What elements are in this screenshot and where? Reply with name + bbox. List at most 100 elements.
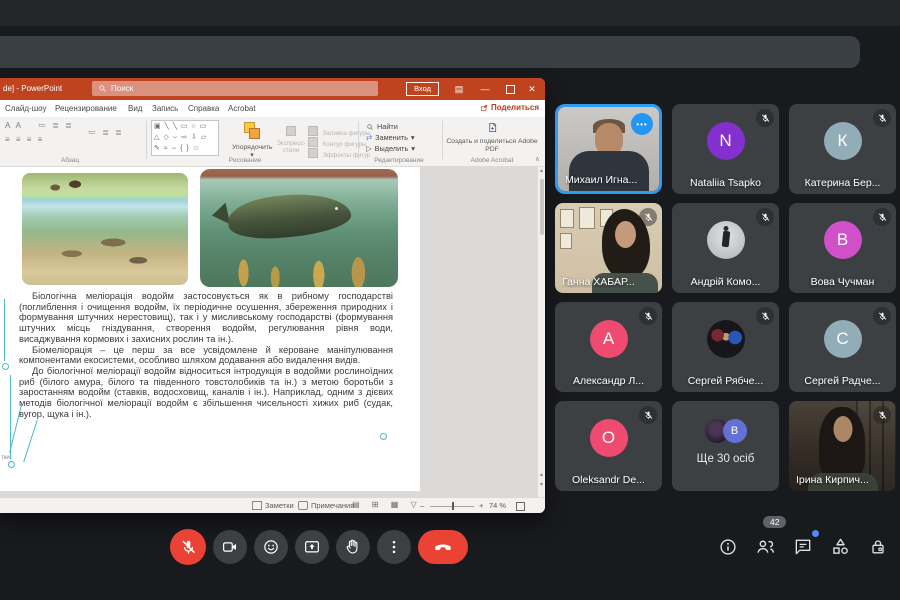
present-screen-button[interactable] [295,530,329,564]
find-button[interactable]: Найти [366,122,398,131]
tab-record[interactable]: Запись [152,104,178,113]
tab-slideshow[interactable]: Слайд-шоу [5,104,46,113]
fish-tail [210,203,230,228]
comments-button[interactable]: Примечания [298,501,354,510]
slide-decoration-circle [2,363,9,370]
slide-paragraph-1: Біологічна меліорація водойм застосовуєт… [19,291,393,345]
comments-icon [298,501,308,510]
participant-tile[interactable]: А Александр Л... [555,302,662,392]
search-placeholder: Поиск [111,84,133,93]
pond-ecosystem-illustration[interactable] [22,173,188,285]
zoom-in-button[interactable]: + [479,501,483,510]
people-icon[interactable] [755,536,776,557]
slide-left-note: тки [1,455,10,461]
arrange-button[interactable]: Упорядочить ▾ [232,122,272,159]
minimize-icon[interactable]: — [474,78,496,100]
align-tools-icons[interactable]: ≡ ≡ ≡ ≡ [5,135,44,144]
participant-tile[interactable]: ••• Михаил Игна... [555,104,662,194]
reactions-button[interactable] [254,530,288,564]
fish-body [226,190,352,243]
slide-canvas[interactable]: Біологічна меліорація водойм застосовуєт… [0,167,420,491]
group-label-acrobat: Adobe Acrobat [446,157,538,164]
next-slide-icon[interactable]: ▾ [538,481,545,489]
close-icon[interactable]: ✕ [521,78,543,100]
person-head [615,221,636,248]
mini-avatar: В [723,419,747,443]
mic-muted-icon [873,109,891,127]
more-options-button[interactable] [377,530,411,564]
list-tools-icons[interactable]: ≔ ≣ ≣ [38,121,74,130]
fish-eye [335,207,338,210]
mic-muted-icon [756,109,774,127]
shapes-row-3[interactable]: ✎ ≈ ⌣ { } ☆ [152,143,218,154]
mic-muted-icon [756,208,774,226]
raise-hand-button[interactable] [336,530,370,564]
shapes-gallery[interactable]: ▣ ╲ ╲ ▭ ○ ▭ △ ◇ ⌣ ⇨ ⇩ ▱ ✎ ≈ ⌣ { } ☆ [151,120,219,156]
replace-dropdown-icon: ▾ [411,133,415,142]
participant-tile[interactable]: N Nataliia Tsapko [672,104,779,194]
tab-view[interactable]: Вид [128,104,142,113]
zoom-slider-thumb[interactable] [452,502,454,510]
participant-tile[interactable]: Ганна ХАБАР... [555,203,662,293]
tab-review[interactable]: Рецензирование [55,104,117,113]
mic-toggle-button[interactable] [170,529,206,565]
participant-name: Сергей Радче... [789,375,896,387]
sign-in-button[interactable]: Вход [406,82,439,96]
previous-slide-icon[interactable]: ▴ [538,471,545,479]
font-tools-icons[interactable]: A A [5,121,23,130]
os-top-bar [0,0,900,26]
ribbon-options-icon[interactable]: ▤ [448,78,470,100]
shapes-row-2[interactable]: △ ◇ ⌣ ⇨ ⇩ ▱ [152,132,218,143]
host-controls-icon[interactable] [868,537,888,557]
avatar: N [707,122,745,160]
find-icon [366,123,374,131]
chat-icon[interactable] [793,537,813,557]
slide-scrollbar[interactable]: ▴ ▴ ▾ [537,167,545,497]
view-mode-buttons[interactable]: ▤ ⊞ ▦ ▽ [352,500,422,509]
spacing-tools-icons[interactable]: ≔ ≣ ≣ [88,128,124,137]
select-button[interactable]: ▷ Выделить ▾ [366,144,415,153]
ribbon-collapse-icon[interactable]: ∧ [535,155,540,163]
adobe-pdf-button[interactable]: Создать и поделиться Adobe PDF [446,120,538,153]
fit-slide-icon[interactable] [516,502,525,511]
notes-icon [252,501,262,510]
shapes-row-1[interactable]: ▣ ╲ ╲ ▭ ○ ▭ [152,121,218,132]
mic-muted-icon [756,307,774,325]
participant-tile[interactable]: Сергей Рябче... [672,302,779,392]
restore-icon[interactable] [499,78,521,100]
tab-help[interactable]: Справка [188,104,219,113]
notes-button[interactable]: Заметки [252,501,294,510]
participant-tile[interactable]: К Катерина Бер... [789,104,896,194]
share-icon [480,104,488,112]
share-button[interactable]: Поделиться [480,103,539,112]
participant-tile[interactable]: O Oleksandr De... [555,401,662,491]
zoom-out-button[interactable]: – [420,501,424,510]
participant-tile[interactable]: В Вова Чучман [789,203,896,293]
overflow-tile[interactable]: В Ще 30 осіб [672,401,779,491]
tile-menu-button[interactable]: ••• [631,113,653,135]
participant-tile[interactable]: Ірина Кирпич... [789,401,896,491]
participant-name: Михаил Игна... [565,174,637,186]
group-label-drawing: Рисование [180,157,310,164]
zoom-level[interactable]: 74 % [489,501,506,510]
participant-name: Ганна ХАБАР... [562,276,635,288]
carp-underwater-photo[interactable] [200,169,398,287]
end-call-button[interactable] [418,530,468,564]
scroll-up-icon[interactable]: ▴ [540,168,543,174]
notification-bar [0,36,860,68]
activities-icon[interactable] [830,536,851,557]
search-input[interactable]: Поиск [92,81,378,96]
participant-name: Сергей Рябче... [672,375,779,387]
camera-toggle-button[interactable] [213,530,247,564]
mic-muted-icon [873,307,891,325]
tab-acrobat[interactable]: Acrobat [228,104,256,113]
scrollbar-thumb[interactable] [540,179,544,235]
avatar: С [824,320,862,358]
group-label-editing: Редактирование [360,157,438,164]
replace-button[interactable]: ⇄ Заменить ▾ [366,133,415,142]
info-icon[interactable] [718,537,738,557]
participant-tile[interactable]: С Сергей Радче... [789,302,896,392]
replace-icon: ⇄ [366,133,372,142]
participant-tile[interactable]: Андрій Комо... [672,203,779,293]
participant-name: Ірина Кирпич... [796,474,869,486]
